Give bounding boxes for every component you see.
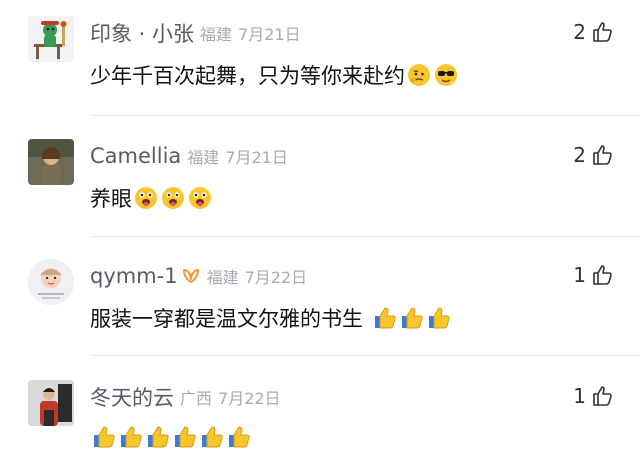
comment-header: qymm-1 福建 7月22日 xyxy=(90,261,307,291)
thinking-face-emoji xyxy=(406,62,432,88)
like-button[interactable]: 2 xyxy=(573,20,614,44)
tongue-face-emoji xyxy=(133,185,159,211)
avatar[interactable] xyxy=(28,139,74,185)
comment-text: 服装一穿都是温文尔雅的书生 xyxy=(90,303,452,333)
comment-item: Camellia 福建 7月21日 养眼 2 xyxy=(0,139,640,239)
comment-meta: 福建 7月22日 xyxy=(207,264,308,288)
like-count: 2 xyxy=(573,143,586,167)
avatar[interactable] xyxy=(28,16,74,62)
timestamp: 7月21日 xyxy=(225,148,288,167)
tongue-face-emoji xyxy=(160,185,186,211)
comment-list: 印象 · 小张 福建 7月21日 少年千百次起舞，只为等你来赴约 2 Camel… xyxy=(0,0,640,463)
comment-meta: 福建 7月21日 xyxy=(187,144,288,168)
thumbs-up-emoji xyxy=(145,424,171,450)
location: 福建 xyxy=(200,25,233,44)
comment-text-content: 服装一穿都是温文尔雅的书生 xyxy=(90,307,363,331)
divider xyxy=(90,355,640,356)
thumbs-up-outline-icon xyxy=(592,385,614,407)
comment-item: 冬天的云 广西 7月22日 1 xyxy=(0,380,640,463)
comment-header: 印象 · 小张 福建 7月21日 xyxy=(90,18,301,48)
thumbs-up-emoji xyxy=(426,305,452,331)
thumbs-up-emoji xyxy=(372,305,398,331)
thumbs-up-emoji xyxy=(118,424,144,450)
username[interactable]: Camellia xyxy=(90,144,181,168)
like-button[interactable]: 2 xyxy=(573,143,614,167)
avatar-photo-image xyxy=(28,139,74,185)
avatar[interactable] xyxy=(28,380,74,426)
timestamp: 7月21日 xyxy=(238,25,301,44)
timestamp: 7月22日 xyxy=(218,389,281,408)
divider xyxy=(90,236,640,237)
thumbs-up-emoji xyxy=(199,424,225,450)
comment-text-content: 养眼 xyxy=(90,187,132,211)
username[interactable]: 印象 · 小张 xyxy=(90,18,194,48)
thumbs-up-outline-icon xyxy=(592,21,614,43)
thumbs-up-outline-icon xyxy=(592,264,614,286)
like-button[interactable]: 1 xyxy=(573,384,614,408)
location: 福建 xyxy=(187,148,220,167)
comment-meta: 广西 7月22日 xyxy=(180,385,281,409)
comment-item: qymm-1 福建 7月22日 服装一穿都是温文尔雅的书生 1 xyxy=(0,259,640,359)
username[interactable]: 冬天的云 xyxy=(90,382,174,412)
divider xyxy=(90,115,640,116)
comment-text xyxy=(90,424,252,450)
thumbs-up-outline-icon xyxy=(592,144,614,166)
like-button[interactable]: 1 xyxy=(573,263,614,287)
comment-text: 养眼 xyxy=(90,183,213,213)
thumbs-up-emoji xyxy=(172,424,198,450)
comment-meta: 福建 7月21日 xyxy=(200,21,301,45)
comment-text: 少年千百次起舞，只为等你来赴约 xyxy=(90,60,459,90)
comment-header: Camellia 福建 7月21日 xyxy=(90,141,288,171)
like-count: 2 xyxy=(573,20,586,44)
like-count: 1 xyxy=(573,384,586,408)
thumbs-up-emoji xyxy=(91,424,117,450)
comment-item: 印象 · 小张 福建 7月21日 少年千百次起舞，只为等你来赴约 2 xyxy=(0,16,640,116)
sunglasses-face-emoji xyxy=(433,62,459,88)
comment-header: 冬天的云 广西 7月22日 xyxy=(90,382,281,412)
thumbs-up-emoji xyxy=(399,305,425,331)
vip-badge-icon xyxy=(181,266,201,286)
timestamp: 7月22日 xyxy=(244,268,308,287)
tongue-face-emoji xyxy=(187,185,213,211)
avatar-baby-image xyxy=(28,259,74,305)
avatar-photo-image xyxy=(28,380,74,426)
avatar[interactable] xyxy=(28,259,74,305)
comment-text-content: 少年千百次起舞，只为等你来赴约 xyxy=(90,64,405,88)
avatar-cartoon-image xyxy=(28,16,74,62)
location: 福建 xyxy=(206,268,239,287)
username[interactable]: qymm-1 xyxy=(90,264,178,288)
location: 广西 xyxy=(180,389,213,408)
thumbs-up-emoji xyxy=(226,424,252,450)
like-count: 1 xyxy=(573,263,586,287)
